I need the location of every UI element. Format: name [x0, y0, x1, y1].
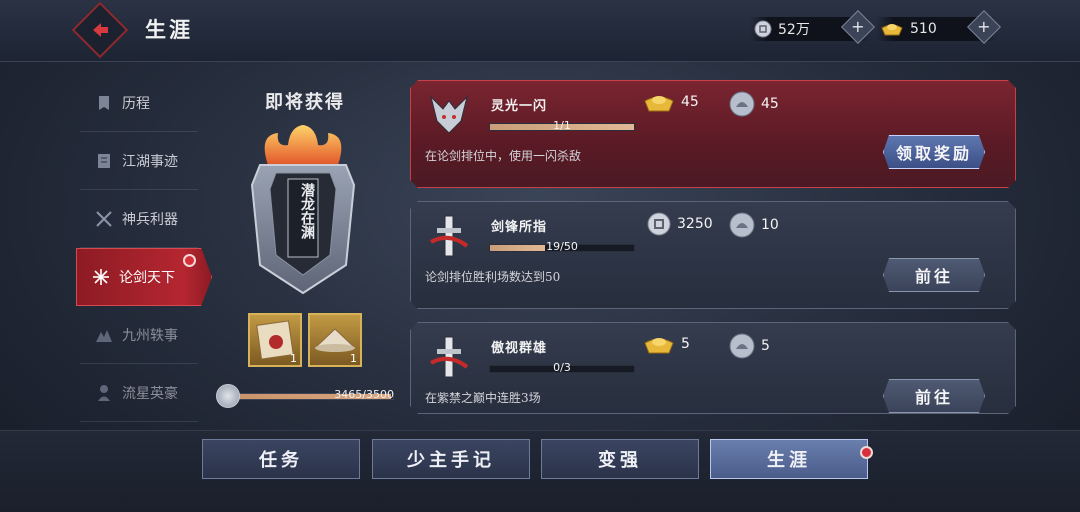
sidebar-item-label: 神兵利器: [122, 211, 178, 228]
task-title: 剑锋所指: [491, 220, 548, 235]
gold-ingot-icon: [643, 333, 675, 355]
task-progress-text: 1/1: [553, 119, 571, 132]
reward-value: 45: [761, 96, 779, 112]
tab-strengthen[interactable]: 变强: [541, 439, 699, 479]
gold-currency: 510 +: [876, 10, 1001, 44]
silver-amount: 52万: [778, 22, 810, 38]
tab-tasks[interactable]: 任务: [202, 439, 360, 479]
book-icon: [94, 152, 114, 170]
reward-item-slot[interactable]: 1: [248, 313, 302, 367]
sidebar-item-history[interactable]: 历程: [80, 74, 198, 132]
sidebar: 历程 江湖事迹 神兵利器 论剑天下 九州轶事 流星英豪: [76, 74, 212, 422]
task-reward: 5: [729, 333, 770, 359]
sidebar-item-label: 论剑天下: [119, 270, 175, 286]
rank-badge: 潜龙在渊: [248, 125, 358, 299]
task-title: 傲视群雄: [491, 341, 548, 356]
sidebar-item-label: 九州轶事: [122, 327, 178, 344]
upcoming-title: 即将获得: [265, 92, 345, 113]
sidebar-item-label: 江湖事迹: [122, 153, 178, 170]
task-reward: 5: [643, 333, 690, 355]
sword-emblem-icon: [425, 333, 473, 381]
notification-dot: [860, 446, 873, 459]
sidebar-item-jiuzhou[interactable]: 九州轶事: [80, 306, 198, 364]
sidebar-item-weapons[interactable]: 神兵利器: [80, 190, 198, 248]
task-description: 在论剑排位中，使用一闪杀敌: [425, 149, 582, 163]
sidebar-item-label: 历程: [122, 95, 150, 112]
sidebar-item-jianghu[interactable]: 江湖事迹: [80, 132, 198, 190]
scroll-icon: [94, 94, 114, 112]
item-count: 1: [350, 352, 357, 365]
lotus-token-icon: [729, 333, 755, 359]
claim-reward-button[interactable]: 领取奖励: [883, 135, 985, 169]
badge-text: 潜龙在渊: [299, 183, 315, 239]
lotus-token-icon: [216, 384, 240, 408]
task-title: 灵光一闪: [491, 99, 548, 114]
item-count: 1: [290, 352, 297, 365]
sidebar-item-label: 流星英豪: [122, 385, 178, 402]
tab-career-label: 生涯: [767, 450, 811, 471]
task-reward: 45: [729, 91, 779, 117]
task-reward: 10: [729, 212, 779, 238]
task-description: 在紫禁之巅中连胜3场: [425, 391, 541, 405]
mountain-icon: [94, 327, 114, 343]
reward-value: 5: [681, 336, 690, 352]
silver-currency: 52万 +: [750, 10, 875, 44]
reward-value: 45: [681, 94, 699, 110]
reward-value: 3250: [677, 216, 713, 232]
back-button[interactable]: [71, 1, 129, 59]
reward-value: 5: [761, 338, 770, 354]
tab-notes[interactable]: 少主手记: [372, 439, 530, 479]
add-silver-button[interactable]: +: [841, 10, 875, 44]
task-card: 剑锋所指 19/50 论剑排位胜利场数达到50 3250 10 前往: [410, 201, 1016, 309]
task-card: 灵光一闪 1/1 在论剑排位中，使用一闪杀敌 45 45 领取奖励: [410, 80, 1016, 188]
task-card: 傲视群雄 0/3 在紫禁之巅中连胜3场 5 5 前往: [410, 322, 1016, 414]
go-button[interactable]: 前往: [883, 258, 985, 292]
sword-emblem-icon: [425, 212, 473, 260]
sidebar-item-liuxing[interactable]: 流星英豪: [80, 364, 198, 422]
rank-progress: 3465/3500: [216, 384, 394, 408]
back-arrow-icon: [93, 23, 108, 37]
notification-dot: [183, 254, 196, 267]
task-reward: 45: [643, 91, 699, 113]
crossed-swords-icon: [94, 210, 114, 228]
silver-coin-icon: [754, 20, 772, 38]
reward-value: 10: [761, 217, 779, 233]
reward-item-slot[interactable]: 1: [308, 313, 362, 367]
wolf-emblem-icon: [425, 91, 473, 139]
lotus-token-icon: [729, 91, 755, 117]
silver-coin-icon: [647, 212, 671, 236]
plus-icon: +: [851, 17, 865, 36]
top-bar: 生涯 52万 + 510 +: [0, 0, 1080, 62]
add-gold-button[interactable]: +: [967, 10, 1001, 44]
rank-progress-text: 3465/3500: [334, 388, 394, 401]
gold-ingot-icon: [643, 91, 675, 113]
bottom-tab-bar: 任务 少主手记 变强 生涯: [0, 430, 1080, 512]
lotus-token-icon: [729, 212, 755, 238]
gold-amount: 510: [910, 21, 937, 37]
task-progress-text: 0/3: [553, 361, 571, 374]
gold-ingot-icon: [880, 20, 904, 38]
plus-icon: +: [977, 17, 991, 36]
task-description: 论剑排位胜利场数达到50: [425, 270, 561, 284]
page-title: 生涯: [145, 17, 193, 42]
task-progress-text: 19/50: [546, 240, 578, 253]
hero-icon: [94, 384, 114, 402]
tab-career[interactable]: 生涯: [710, 439, 873, 479]
go-button[interactable]: 前往: [883, 379, 985, 413]
task-reward: 3250: [647, 212, 713, 236]
spark-icon: [91, 268, 111, 286]
